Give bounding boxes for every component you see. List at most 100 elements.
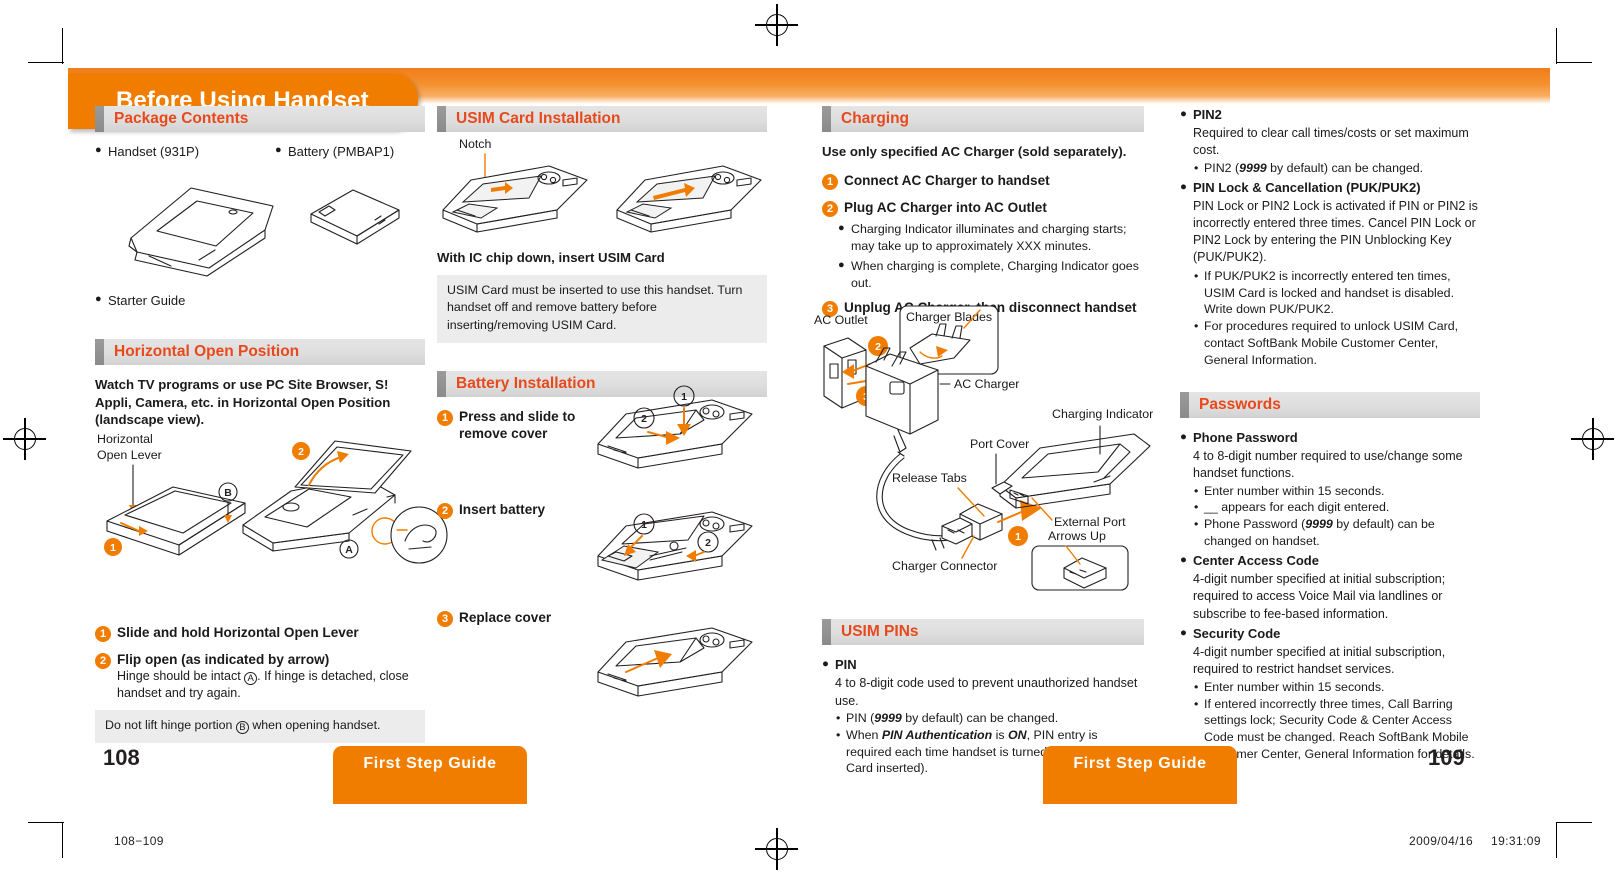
sub-bullet-text: PIN (9999 by default) can be changed. [846, 710, 1058, 727]
warning-part-2: when opening handset. [248, 717, 381, 732]
pin2-title: PIN2 [1193, 107, 1222, 122]
footer-banner-label: First Step Guide [363, 755, 497, 772]
footer-banner-label: First Step Guide [1073, 755, 1207, 772]
bullet-dot: ● [822, 658, 829, 671]
text-part: by default) can be changed. [901, 710, 1059, 725]
charging-diagram-illustration: AC Outlet Charger Blades 2 3 [814, 302, 1154, 592]
charging-bullet-2: ● When charging is complete, Charging In… [838, 258, 1144, 292]
marker-1: 1 [110, 542, 116, 554]
label-release-tabs: Release Tabs [892, 471, 967, 485]
section-header-charging: Charging [822, 106, 1144, 132]
marker-B: B [224, 487, 232, 499]
sub-bullet-text: If PUK/PUK2 is incorrectly entered ten t… [1204, 268, 1455, 317]
section-title: Passwords [1199, 395, 1281, 413]
charging-bullet-text: When charging is complete, Charging Indi… [851, 258, 1139, 291]
sub-bullet-text: For procedures required to unlock USIM C… [1204, 319, 1459, 368]
step-text: Plug AC Charger into AC Outlet [844, 199, 1047, 215]
callout-lever-line1: Horizontal [97, 432, 153, 446]
security-code-title: Security Code [1193, 625, 1281, 641]
label-ac-charger: AC Charger [954, 377, 1019, 391]
step-text: Replace cover [459, 609, 552, 625]
section-title: USIM Card Installation [456, 110, 621, 127]
phone-password-heading: ● Phone Password [1180, 429, 1480, 447]
section-title: Charging [841, 110, 910, 127]
step-number: 2 [437, 502, 453, 519]
center-access-code-desc: 4-digit number specified at initial subs… [1193, 572, 1446, 621]
section-title: Battery Installation [456, 374, 596, 392]
horizontal-step-2: 2 Flip open (as indicated by arrow) [95, 651, 425, 669]
section-title: Horizontal Open Position [114, 342, 300, 360]
circled-mark-a: A [244, 671, 258, 685]
pin2-desc: Required to clear call times/costs or se… [1193, 126, 1469, 158]
section-header-package-contents: Package Contents [95, 106, 425, 132]
handset-illustration [113, 168, 313, 278]
text-part: is [992, 727, 1009, 742]
column-usim-battery: USIM Card Installation Notch With IC chi… [437, 106, 767, 697]
package-item-label: Battery (PMBAP1) [288, 144, 395, 159]
section-header-usim-card-installation: USIM Card Installation [437, 106, 767, 132]
column-charging: Charging Use only specified AC Charger (… [814, 106, 1153, 777]
pinlock-bullet-2: • For procedures required to unlock USIM… [1194, 318, 1480, 369]
charging-bullet-1: ● Charging Indicator illuminates and cha… [838, 221, 1144, 255]
battery-illustration [295, 180, 415, 260]
sub-bullet-dot: • [1194, 679, 1199, 694]
battery-step3-illustration [592, 616, 772, 708]
sub-bullet-dot: • [1194, 160, 1199, 175]
section-title: USIM PINs [841, 623, 919, 641]
pinlock-title: PIN Lock & Cancellation (PUK/PUK2) [1193, 179, 1421, 195]
charging-step-2: 2 Plug AC Charger into AC Outlet [822, 199, 1144, 217]
bullet-dot: ● [1180, 430, 1187, 443]
step-text: Insert battery [459, 501, 546, 517]
default-value: 9999 [1239, 160, 1267, 175]
security-code-heading: ● Security Code [1180, 625, 1480, 643]
marker-1: 1 [681, 391, 687, 403]
step-number: 1 [95, 625, 111, 642]
bullet-dot: ● [95, 292, 102, 305]
step-number: 2 [95, 652, 111, 669]
package-item-starter-guide: ● Starter Guide [95, 292, 425, 310]
package-item-label: Handset (931P) [108, 144, 200, 159]
column-pins-passwords: ● PIN2 Required to clear call times/cost… [1180, 106, 1480, 763]
phone-password-title: Phone Password [1193, 429, 1298, 445]
section-header-horizontal-open-position: Horizontal Open Position [95, 338, 425, 365]
center-access-code-title: Center Access Code [1193, 553, 1319, 569]
usim-installation-illustration: Notch [437, 136, 767, 246]
step-number: 3 [437, 610, 453, 627]
text-part: PIN2 ( [1204, 160, 1240, 175]
charging-intro: Use only specified AC Charger (sold sepa… [822, 144, 1127, 159]
marker-2: 2 [705, 537, 711, 549]
sub-bullet-text: PIN2 (9999 by default) can be changed. [1204, 160, 1423, 177]
bullet-dot: ● [1180, 108, 1187, 120]
package-item-label: Starter Guide [108, 292, 186, 308]
pin2-bullet-1: • PIN2 (9999 by default) can be changed. [1194, 160, 1480, 177]
bullet-dot: ● [838, 221, 845, 234]
horizontal-step-1: 1 Slide and hold Horizontal Open Lever [95, 624, 425, 642]
default-value: 9999 [1305, 517, 1333, 532]
usim-note-box: USIM Card must be inserted to use this h… [437, 274, 767, 343]
marker-2: 2 [875, 341, 881, 353]
horizontal-step-2-note: Hinge should be intact A. If hinge is de… [117, 668, 425, 702]
callout-notch: Notch [459, 137, 491, 151]
step-text: Flip open (as indicated by arrow) [117, 651, 330, 667]
label-ac-outlet: AC Outlet [814, 313, 868, 327]
usim-pin-heading: ● PIN [822, 656, 1144, 674]
step-number: 2 [822, 200, 838, 217]
label-charging-indicator: Charging Indicator [1052, 407, 1153, 421]
label-external-port: External Port [1054, 515, 1126, 529]
footer-banner-left: First Step Guide [333, 746, 527, 804]
bullet-dot: ● [1180, 180, 1187, 193]
setting-value: ON [1008, 727, 1027, 742]
charging-step-1: 1 Connect AC Charger to handset [822, 172, 1144, 190]
setting-name: PIN Authentication [881, 727, 993, 742]
horizontal-warning-box: Do not lift hinge portion B when opening… [95, 709, 425, 743]
security-code-desc: 4-digit number specified at initial subs… [1193, 645, 1446, 677]
label-port-cover: Port Cover [970, 437, 1029, 451]
page-number-left: 108 [103, 745, 140, 770]
bullet-dot: ● [838, 258, 845, 271]
battery-step-1: 1 Press and slide to remove cover [437, 408, 597, 443]
step-text: Slide and hold Horizontal Open Lever [117, 624, 359, 640]
text-part: Phone Password ( [1204, 517, 1306, 532]
horizontal-intro: Watch TV programs or use PC Site Browser… [95, 376, 391, 428]
sub-bullet-dot: • [1194, 500, 1199, 515]
pinlock-bullet-1: • If PUK/PUK2 is incorrectly entered ten… [1194, 268, 1480, 319]
